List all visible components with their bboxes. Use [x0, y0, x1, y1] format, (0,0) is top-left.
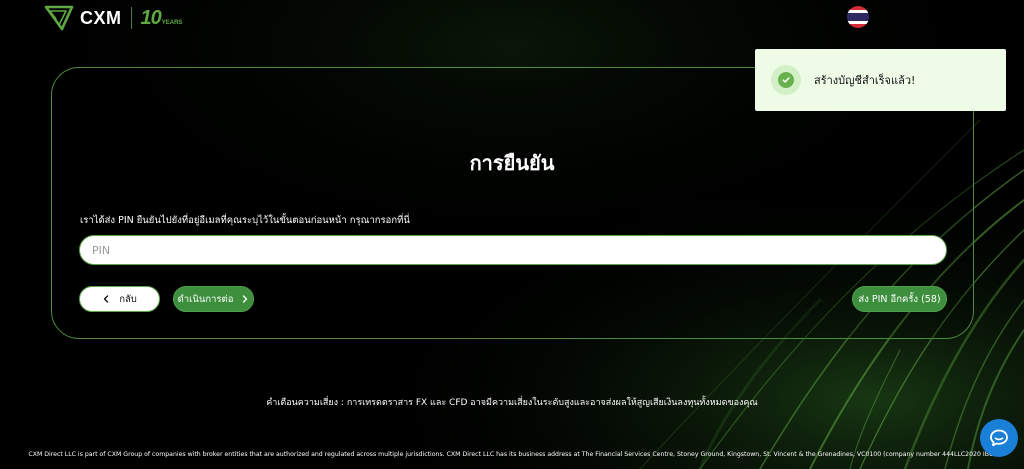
- chevron-left-icon: [103, 295, 109, 303]
- anniversary-number: 10: [140, 6, 162, 29]
- pin-instruction: เราได้ส่ง PIN ยืนยันไปยังที่อยู่อีเมลที่…: [80, 215, 410, 226]
- page-title: การยืนยัน: [469, 151, 555, 175]
- cxm-logo-mark-icon: [44, 5, 74, 31]
- cxm-logo[interactable]: CXM 10 YEARS: [44, 4, 182, 32]
- toast-icon-ring: [771, 65, 801, 95]
- logo-divider: [130, 7, 132, 29]
- continue-button-label: ดำเนินการต่อ: [177, 293, 234, 305]
- toast-message: สร้างบัญชีสำเร็จแล้ว!: [814, 74, 916, 87]
- pin-input[interactable]: [79, 235, 947, 265]
- success-toast: สร้างบัญชีสำเร็จแล้ว!: [755, 49, 1006, 111]
- logo-text: CXM: [80, 7, 122, 28]
- back-button-label: กลับ: [119, 293, 137, 305]
- resend-pin-label: ส่ง PIN อีกครั้ง (58): [858, 293, 941, 305]
- chevron-right-icon: [243, 295, 248, 303]
- check-circle-icon: [778, 72, 794, 88]
- thailand-flag-icon[interactable]: [847, 6, 869, 28]
- risk-warning: คำเตือนความเสี่ยง : การเทรดตราสาร FX และ…: [266, 398, 758, 408]
- top-bar: CXM 10 YEARS: [0, 0, 1024, 36]
- footer-disclaimer: CXM Direct LLC is part of CXM Group of c…: [28, 451, 996, 458]
- anniversary-badge: 10 YEARS: [141, 7, 183, 30]
- chat-bubble-icon: [990, 429, 1008, 447]
- back-button[interactable]: กลับ: [79, 286, 160, 312]
- chat-button[interactable]: [980, 419, 1018, 457]
- continue-button[interactable]: ดำเนินการต่อ: [173, 286, 254, 312]
- resend-pin-button[interactable]: ส่ง PIN อีกครั้ง (58): [852, 286, 947, 312]
- anniversary-label: YEARS: [161, 19, 183, 26]
